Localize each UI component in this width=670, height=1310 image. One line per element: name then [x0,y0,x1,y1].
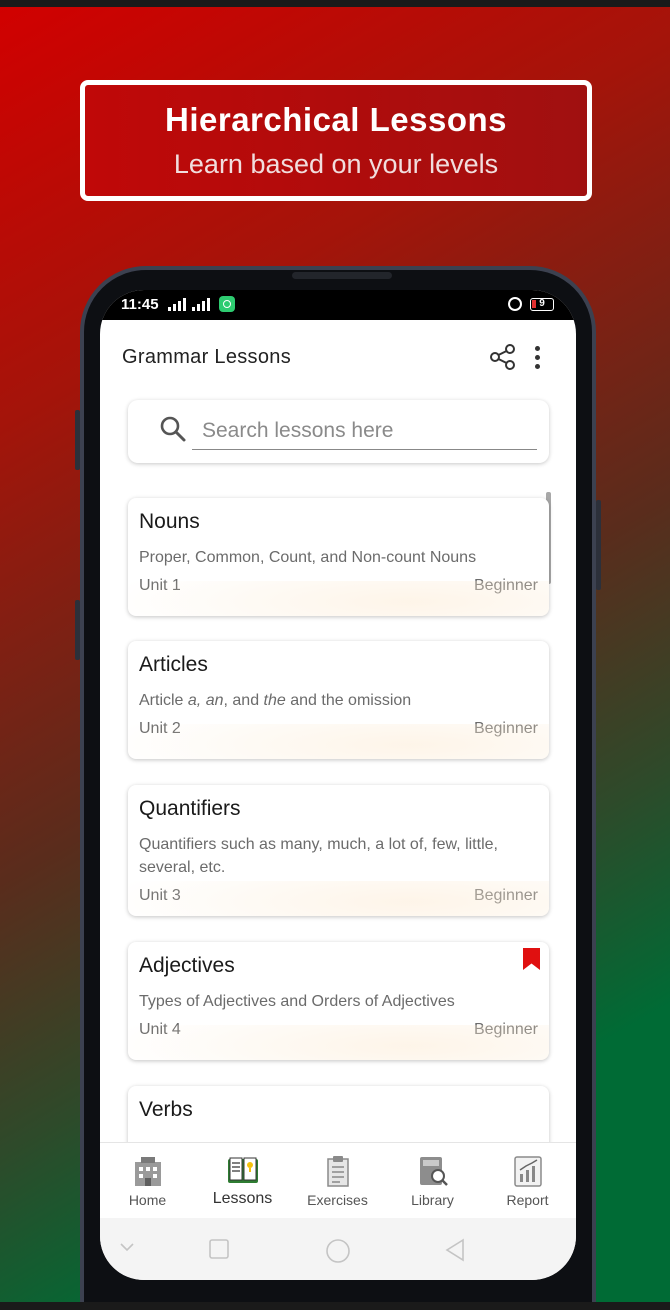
lesson-unit: Unit 1 [139,577,181,594]
system-navigation-bar [100,1218,576,1280]
lesson-card-adjectives[interactable]: Adjectives Types of Adjectives and Order… [128,942,549,1060]
bottom-edge-bar [0,1302,670,1310]
lessons-list[interactable]: Nouns Proper, Common, Count, and Non-cou… [100,490,576,1142]
lesson-card-nouns[interactable]: Nouns Proper, Common, Count, and Non-cou… [128,498,549,616]
top-edge-bar [0,0,670,7]
lesson-level: Beginner [473,720,538,737]
search-icon [160,416,186,442]
nav-label: Report [506,1192,549,1208]
alarm-icon [508,297,522,311]
lesson-unit: Unit 2 [139,720,181,737]
nav-label: Home [128,1192,167,1208]
lesson-level: Beginner [473,887,538,904]
nav-label: Library [411,1192,454,1208]
banner-subtitle: Learn based on your levels [173,149,499,179]
app-bar: Grammar Lessons [100,320,576,392]
nav-item-home[interactable]: Home [100,1143,195,1219]
chevron-down-icon[interactable] [118,1238,136,1256]
bottom-navigation: Home Lessons Exercises Library Report [100,1142,576,1218]
phone-speaker [292,272,392,279]
chart-report-icon [514,1156,542,1187]
power-button [596,500,601,590]
lesson-card-articles[interactable]: Articles Article a, an, and the and the … [128,641,549,759]
promo-banner: Hierarchical Lessons Learn based on your… [80,80,592,201]
lesson-title: Quantifiers [139,797,241,820]
home-circle-icon[interactable] [325,1238,351,1264]
lesson-level: Beginner [473,577,538,594]
page-title: Grammar Lessons [122,346,291,368]
lesson-level: Beginner [473,1021,538,1038]
lesson-title: Nouns [139,510,200,533]
search-input[interactable] [192,412,537,450]
building-icon [135,1157,161,1186]
back-triangle-icon[interactable] [444,1238,466,1262]
lesson-description: Article a, an, and the and the omission [139,692,412,709]
signal-icon [168,298,186,311]
lesson-description: Quantifiers such as many, much, a lot of… [139,836,498,876]
book-icon [228,1157,258,1183]
status-time: 11:45 [121,296,159,313]
library-book-icon [420,1157,448,1186]
volume-button [75,410,80,470]
battery-icon: 9 [530,298,554,311]
lesson-title: Verbs [139,1098,193,1121]
signal-icon [192,298,210,311]
lesson-title: Adjectives [139,954,235,977]
nav-item-library[interactable]: Library [385,1143,480,1219]
lesson-description: Types of Adjectives and Orders of Adject… [139,993,455,1010]
banner-title: Hierarchical Lessons [165,101,507,138]
lesson-unit: Unit 4 [139,1021,181,1038]
nav-item-report[interactable]: Report [480,1143,575,1219]
status-bar: 11:45 9 [100,290,576,320]
recents-icon[interactable] [208,1238,230,1260]
volume-button [75,600,80,660]
lesson-card-quantifiers[interactable]: Quantifiers Quantifiers such as many, mu… [128,785,549,916]
lesson-unit: Unit 3 [139,887,181,904]
more-vert-icon[interactable] [530,344,546,372]
bookmark-icon[interactable] [522,948,541,971]
lesson-card-verbs[interactable]: Verbs [128,1086,549,1142]
notification-app-icon [219,296,235,312]
lesson-title: Articles [139,653,208,676]
phone-screen: 11:45 9 Grammar Lessons Nouns Proper, [100,290,576,1280]
nav-item-lessons[interactable]: Lessons [195,1143,290,1219]
lesson-description: Proper, Common, Count, and Non-count Nou… [139,549,477,566]
nav-label: Lessons [212,1190,273,1207]
share-icon[interactable] [488,342,518,372]
battery-level: 9 [539,298,545,309]
search-box [128,400,549,463]
nav-item-exercises[interactable]: Exercises [290,1143,385,1219]
nav-label: Exercises [307,1192,368,1208]
clipboard-icon [327,1156,349,1187]
